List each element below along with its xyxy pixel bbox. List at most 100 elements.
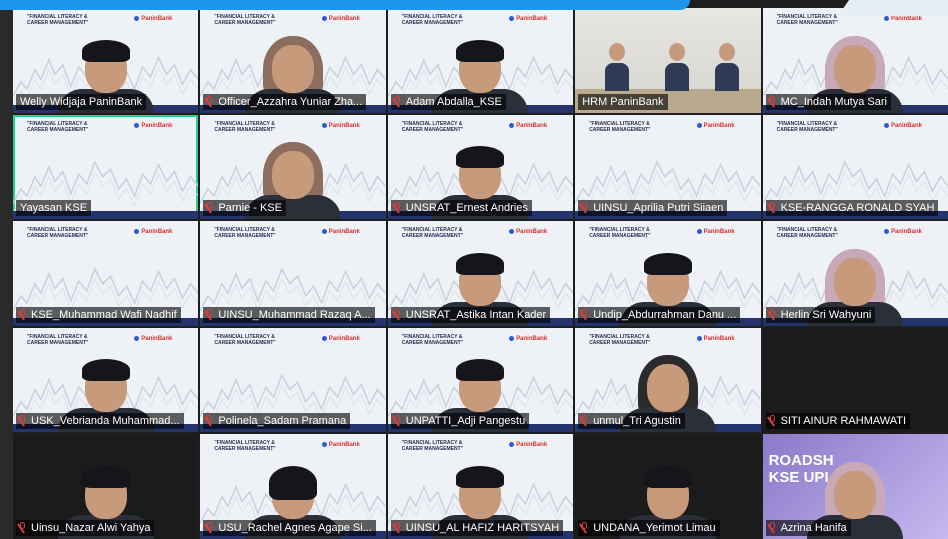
banner-title: "FINANCIAL LITERACY & CAREER MANAGEMENT" bbox=[214, 120, 276, 133]
participant-tile[interactable]: "FINANCIAL LITERACY & CAREER MANAGEMENT"… bbox=[200, 434, 386, 539]
panin-bank-logo: PaninBank bbox=[509, 123, 547, 129]
participant-name: KSE_Muhammad Wafi Nadhif bbox=[31, 308, 177, 321]
participant-name: USK_Vebrianda Muhammad... bbox=[31, 415, 180, 428]
muted-mic-icon bbox=[581, 521, 588, 532]
participant-video-person bbox=[715, 42, 740, 93]
panin-bank-logo: PaninBank bbox=[134, 123, 172, 129]
participant-name-label: Welly Widjaja PaninBank bbox=[16, 93, 147, 110]
participant-tile[interactable]: "FINANCIAL LITERACY & CAREER MANAGEMENT"… bbox=[762, 221, 948, 326]
panin-bank-logo: PaninBank bbox=[884, 229, 922, 235]
participant-name: Uinsu_Nazar Alwi Yahya bbox=[31, 521, 151, 534]
participant-name-label: Officer_Azzahra Yuniar Zha... bbox=[203, 93, 367, 110]
banner-title: "FINANCIAL LITERACY & CAREER MANAGEMENT" bbox=[27, 227, 89, 240]
muted-mic-icon bbox=[394, 521, 401, 532]
participant-name-label: UINSU_AL HAFIZ HARITSYAH bbox=[390, 519, 564, 536]
participant-name: UNSRAT_Ernest Andries bbox=[405, 202, 528, 215]
banner-title: "FINANCIAL LITERACY & CAREER MANAGEMENT" bbox=[27, 333, 89, 346]
muted-mic-icon bbox=[206, 95, 213, 106]
participant-name: UINSU_AL HAFIZ HARITSYAH bbox=[405, 521, 560, 534]
participant-name-label: Undip_Abdurrahman Danu ... bbox=[578, 306, 741, 323]
participant-tile[interactable]: SITI AINUR RAHMAWATI bbox=[762, 327, 948, 433]
muted-mic-icon bbox=[581, 202, 588, 212]
panin-bank-logo: PaninBank bbox=[509, 442, 547, 448]
muted-mic-icon bbox=[581, 308, 588, 319]
muted-mic-icon bbox=[394, 95, 401, 106]
banner-title: "FINANCIAL LITERACY & CAREER MANAGEMENT" bbox=[27, 14, 89, 26]
banner-title: "FINANCIAL LITERACY & CAREER MANAGEMENT" bbox=[27, 120, 89, 133]
participant-tile[interactable]: "FINANCIAL LITERACY & CAREER MANAGEMENT"… bbox=[387, 221, 574, 326]
participant-name: USU_Rachel Agnes Agape Si... bbox=[218, 521, 372, 534]
banner-title: "FINANCIAL LITERACY & CAREER MANAGEMENT" bbox=[401, 14, 464, 26]
participant-name-label: Yayasan KSE bbox=[16, 200, 92, 217]
participant-name: UNPATTI_Adji Pangestu bbox=[405, 415, 526, 428]
participant-tile[interactable]: Uinsu_Nazar Alwi Yahya bbox=[13, 434, 199, 539]
participant-tile[interactable]: "FINANCIAL LITERACY & CAREER MANAGEMENT"… bbox=[13, 221, 199, 326]
banner-title: "FINANCIAL LITERACY & CAREER MANAGEMENT" bbox=[214, 227, 276, 240]
muted-mic-icon bbox=[769, 95, 776, 106]
participant-name-label: KSE_Muhammad Wafi Nadhif bbox=[16, 306, 181, 323]
participant-video-person bbox=[665, 42, 690, 93]
muted-mic-icon bbox=[394, 308, 401, 319]
participant-name-label: UINSU_Aprilia Putri Siiaen bbox=[578, 200, 728, 217]
participant-tile[interactable]: "FINANCIAL LITERACY & CAREER MANAGEMENT"… bbox=[575, 114, 761, 220]
banner-title: "FINANCIAL LITERACY & CAREER MANAGEMENT" bbox=[401, 440, 464, 453]
participant-name: Adam Abdalla_KSE bbox=[405, 95, 502, 108]
participant-tile[interactable]: "FINANCIAL LITERACY & CAREER MANAGEMENT"… bbox=[200, 114, 386, 220]
participant-tile[interactable]: "FINANCIAL LITERACY & CAREER MANAGEMENT"… bbox=[13, 114, 199, 220]
panin-bank-logo: PaninBank bbox=[697, 123, 735, 129]
banner-title: "FINANCIAL LITERACY & CAREER MANAGEMENT" bbox=[214, 14, 276, 26]
participant-tile[interactable]: "FINANCIAL LITERACY & CAREER MANAGEMENT"… bbox=[762, 8, 948, 113]
participant-tile[interactable]: "FINANCIAL LITERACY & CAREER MANAGEMENT"… bbox=[13, 327, 199, 433]
banner-title: "FINANCIAL LITERACY & CAREER MANAGEMENT" bbox=[589, 120, 651, 133]
muted-mic-icon bbox=[769, 308, 776, 319]
participant-tile[interactable]: "FINANCIAL LITERACY & CAREER MANAGEMENT"… bbox=[200, 8, 386, 113]
participant-tile[interactable]: "FINANCIAL LITERACY & CAREER MANAGEMENT"… bbox=[575, 327, 761, 433]
participant-name-label: Herlin Sri Wahyuni bbox=[765, 306, 876, 323]
participant-tile[interactable]: "FINANCIAL LITERACY & CAREER MANAGEMENT"… bbox=[387, 434, 574, 539]
panin-bank-logo: PaninBank bbox=[134, 229, 172, 235]
panin-bank-logo: PaninBank bbox=[697, 229, 735, 235]
participant-tile[interactable]: "FINANCIAL LITERACY & CAREER MANAGEMENT"… bbox=[387, 114, 574, 220]
panin-bank-logo: PaninBank bbox=[509, 336, 547, 342]
participant-tile[interactable]: "FINANCIAL LITERACY & CAREER MANAGEMENT"… bbox=[387, 327, 574, 433]
participant-tile[interactable]: "FINANCIAL LITERACY & CAREER MANAGEMENT"… bbox=[200, 221, 386, 326]
participant-tile[interactable]: "FINANCIAL LITERACY & CAREER MANAGEMENT"… bbox=[762, 114, 948, 220]
participant-name-label: USK_Vebrianda Muhammad... bbox=[16, 413, 184, 430]
participant-tile[interactable]: HRM PaninBank bbox=[575, 8, 761, 113]
panin-bank-logo: PaninBank bbox=[322, 442, 360, 448]
muted-mic-icon bbox=[394, 415, 401, 425]
panin-bank-logo: PaninBank bbox=[509, 16, 547, 22]
participant-tile[interactable]: "FINANCIAL LITERACY & CAREER MANAGEMENT"… bbox=[200, 327, 386, 433]
video-gallery-grid: "FINANCIAL LITERACY & CAREER MANAGEMENT"… bbox=[13, 8, 948, 539]
participant-name: KSE-RANGGA RONALD SYAH bbox=[780, 202, 935, 215]
panin-bank-logo: PaninBank bbox=[509, 229, 547, 235]
participant-name-label: UINSU_Muhammad Razaq A... bbox=[203, 306, 375, 323]
banner-title: "FINANCIAL LITERACY & CAREER MANAGEMENT" bbox=[776, 120, 838, 133]
participant-name: Azrina Hanifa bbox=[780, 521, 847, 534]
muted-mic-icon bbox=[206, 521, 213, 532]
participant-name-label: HRM PaninBank bbox=[578, 93, 668, 110]
participant-name-label: Uinsu_Nazar Alwi Yahya bbox=[16, 519, 155, 536]
participant-tile[interactable]: "FINANCIAL LITERACY & CAREER MANAGEMENT"… bbox=[575, 221, 761, 326]
banner-title: "FINANCIAL LITERACY & CAREER MANAGEMENT" bbox=[401, 120, 464, 133]
participant-name: Polinela_Sadam Pramana bbox=[218, 415, 347, 428]
participant-tile[interactable]: UNDANA_Yerimot Limau bbox=[575, 434, 761, 539]
muted-mic-icon bbox=[769, 415, 776, 425]
participant-name-label: Polinela_Sadam Pramana bbox=[203, 413, 351, 430]
panin-bank-logo: PaninBank bbox=[322, 336, 360, 342]
participant-tile[interactable]: ROADSH KSE UPI 2Azrina Hanifa bbox=[762, 434, 948, 539]
participant-tile[interactable]: "FINANCIAL LITERACY & CAREER MANAGEMENT"… bbox=[387, 8, 574, 113]
muted-mic-icon bbox=[769, 521, 776, 532]
panin-bank-logo: PaninBank bbox=[322, 229, 360, 235]
participant-name-label: Parnie - KSE bbox=[203, 200, 286, 217]
participant-tile[interactable]: "FINANCIAL LITERACY & CAREER MANAGEMENT"… bbox=[13, 8, 199, 113]
panin-bank-logo: PaninBank bbox=[884, 16, 922, 22]
participant-name-label: Azrina Hanifa bbox=[765, 519, 851, 536]
participant-name-label: KSE-RANGGA RONALD SYAH bbox=[765, 200, 939, 217]
banner-title: "FINANCIAL LITERACY & CAREER MANAGEMENT" bbox=[776, 14, 838, 26]
participant-name: Officer_Azzahra Yuniar Zha... bbox=[218, 95, 363, 108]
banner-title: "FINANCIAL LITERACY & CAREER MANAGEMENT" bbox=[589, 227, 651, 240]
muted-mic-icon bbox=[206, 202, 213, 212]
muted-mic-icon bbox=[19, 308, 26, 319]
participant-name-label: Adam Abdalla_KSE bbox=[390, 93, 506, 110]
